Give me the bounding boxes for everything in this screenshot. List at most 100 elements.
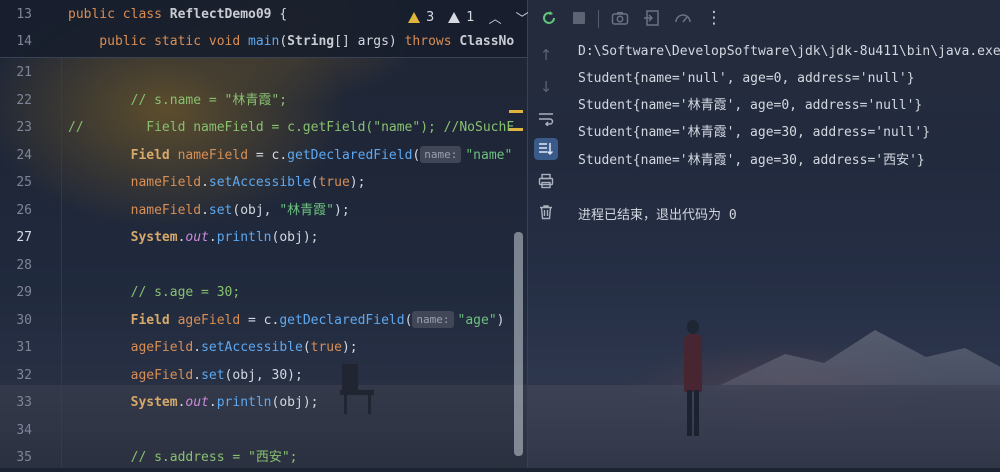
code-token: set	[208, 202, 233, 218]
code-token: (obj,	[232, 202, 280, 218]
code-token: System	[68, 395, 178, 410]
code-line[interactable]: 21	[0, 59, 510, 87]
code-line[interactable]: 31 ageField.setAccessible(true);	[0, 334, 510, 362]
code-token: .	[193, 340, 202, 355]
code-token: ageField	[68, 367, 194, 383]
code-token: // Field nameField = c.getField("name");…	[68, 120, 515, 135]
code-text[interactable]: nameField.setAccessible(true);	[68, 169, 366, 197]
code-text[interactable]: // Field nameField = c.getField("name");…	[68, 114, 514, 142]
chevron-up-icon[interactable]: ︿	[489, 8, 502, 27]
code-token: out	[185, 395, 209, 410]
code-line[interactable]: 34	[0, 417, 510, 445]
line-number[interactable]: 34	[0, 417, 32, 445]
code-token: )	[496, 312, 505, 328]
code-token: );	[287, 367, 303, 383]
sticky-lines-header: 13 public class ReflectDemo09 {14 public …	[0, 0, 529, 58]
code-token: getDeclaredField	[279, 312, 405, 328]
code-token: String	[287, 34, 335, 49]
code-editor[interactable]: 13 public class ReflectDemo09 {14 public …	[0, 0, 529, 468]
code-token: static	[154, 34, 209, 49]
code-token: nameField	[177, 147, 249, 163]
code-line[interactable]: 30 Field ageField = c.getDeclaredField(n…	[0, 307, 510, 335]
line-number[interactable]: 27	[0, 224, 32, 252]
sticky-code-line[interactable]: 14 public static void main(String[] args…	[0, 28, 514, 56]
code-line[interactable]: 26 nameField.set(obj, "林青霞");	[0, 197, 510, 225]
vertical-scrollbar[interactable]	[514, 232, 523, 456]
exit-icon[interactable]	[641, 8, 663, 28]
line-number[interactable]: 28	[0, 252, 32, 280]
console-line: Student{name='林青霞', age=30, address='nul…	[578, 125, 931, 140]
code-token: ageField	[177, 312, 241, 328]
line-number[interactable]: 22	[0, 87, 32, 115]
code-token: );	[341, 340, 358, 355]
code-line[interactable]: 22 // s.name = "林青霞";	[0, 87, 510, 115]
code-token: ReflectDemo09	[169, 7, 280, 22]
code-token: public	[68, 34, 155, 49]
line-number[interactable]: 30	[0, 307, 32, 335]
code-text[interactable]: System.out.println(obj);	[68, 224, 319, 252]
code-token: set	[201, 367, 225, 383]
code-token: main	[248, 34, 280, 49]
line-number[interactable]: 26	[0, 197, 32, 225]
code-text[interactable]: Field nameField = c.getDeclaredField(nam…	[68, 142, 512, 170]
line-number[interactable]: 29	[0, 279, 32, 307]
code-line[interactable]: 25 nameField.setAccessible(true);	[0, 169, 510, 197]
inspection-widget[interactable]: 3 1 ︿ ﹀	[408, 8, 529, 27]
rerun-icon[interactable]	[538, 8, 560, 28]
arrow-up-icon[interactable]: ↑	[534, 44, 558, 66]
run-tool-window: ⋮ ↑ ↓ D:\Software\DevelopSoftware\jdk\jd…	[527, 0, 1000, 468]
profiler-icon[interactable]	[672, 8, 694, 28]
console-line: Student{name='null', age=0, address='nul…	[578, 71, 915, 86]
line-number[interactable]: 14	[0, 28, 32, 56]
line-number[interactable]: 31	[0, 334, 32, 362]
more-icon[interactable]: ⋮	[703, 8, 725, 28]
soft-wrap-icon[interactable]	[534, 108, 558, 130]
code-token: public	[68, 7, 123, 22]
code-text[interactable]: public static void main(String[] args) t…	[68, 28, 514, 56]
code-text[interactable]: Field ageField = c.getDeclaredField(name…	[68, 307, 505, 335]
chevron-down-icon[interactable]: ﹀	[516, 8, 529, 27]
errors-count: 1	[466, 9, 475, 25]
print-icon[interactable]	[534, 170, 558, 192]
code-token: void	[208, 34, 249, 49]
code-line[interactable]: 33 System.out.println(obj);	[0, 389, 510, 417]
line-number[interactable]: 33	[0, 389, 32, 417]
code-token: ageField	[68, 340, 194, 355]
line-number[interactable]: 23	[0, 114, 32, 142]
code-token: "age"	[457, 312, 497, 328]
line-number[interactable]: 13	[0, 1, 32, 29]
code-token: .	[208, 395, 217, 410]
code-token: (	[404, 312, 413, 328]
code-token: [] args)	[334, 34, 405, 49]
stop-icon[interactable]	[568, 8, 590, 28]
line-number[interactable]: 32	[0, 362, 32, 390]
code-line[interactable]: 24 Field nameField = c.getDeclaredField(…	[0, 142, 512, 170]
code-text[interactable]: // s.name = "林青霞";	[68, 87, 287, 115]
code-token: .	[193, 367, 202, 383]
code-text[interactable]: ageField.setAccessible(true);	[68, 334, 358, 362]
code-line[interactable]: 29 // s.age = 30;	[0, 279, 510, 307]
camera-icon[interactable]	[609, 8, 631, 28]
code-text[interactable]: public class ReflectDemo09 {	[68, 1, 287, 29]
line-number[interactable]: 24	[0, 142, 32, 170]
warning-icon	[408, 11, 420, 23]
code-token: ClassNo	[459, 34, 515, 49]
scroll-to-end-icon[interactable]	[534, 138, 558, 160]
run-toolbar: ⋮	[528, 0, 1000, 36]
line-number[interactable]: 21	[0, 59, 32, 87]
code-token: {	[279, 7, 288, 22]
arrow-down-icon[interactable]: ↓	[534, 76, 558, 98]
code-text[interactable]: // s.age = 30;	[68, 279, 241, 307]
code-token: .	[201, 175, 209, 190]
code-line[interactable]: 23 // Field nameField = c.getField("name"…	[0, 114, 514, 142]
code-text[interactable]: nameField.set(obj, "林青霞");	[68, 197, 350, 225]
code-token: // s.age = 30;	[68, 285, 241, 300]
code-line[interactable]: 28	[0, 252, 510, 280]
line-number[interactable]: 25	[0, 169, 32, 197]
code-line[interactable]: 27 System.out.println(obj);	[0, 224, 510, 252]
trash-icon[interactable]	[534, 201, 558, 223]
scroll-marker	[509, 110, 523, 113]
code-line[interactable]: 32 ageField.set(obj, 30);	[0, 362, 510, 390]
code-text[interactable]: ageField.set(obj, 30);	[68, 362, 303, 390]
code-text[interactable]: System.out.println(obj);	[68, 389, 319, 417]
